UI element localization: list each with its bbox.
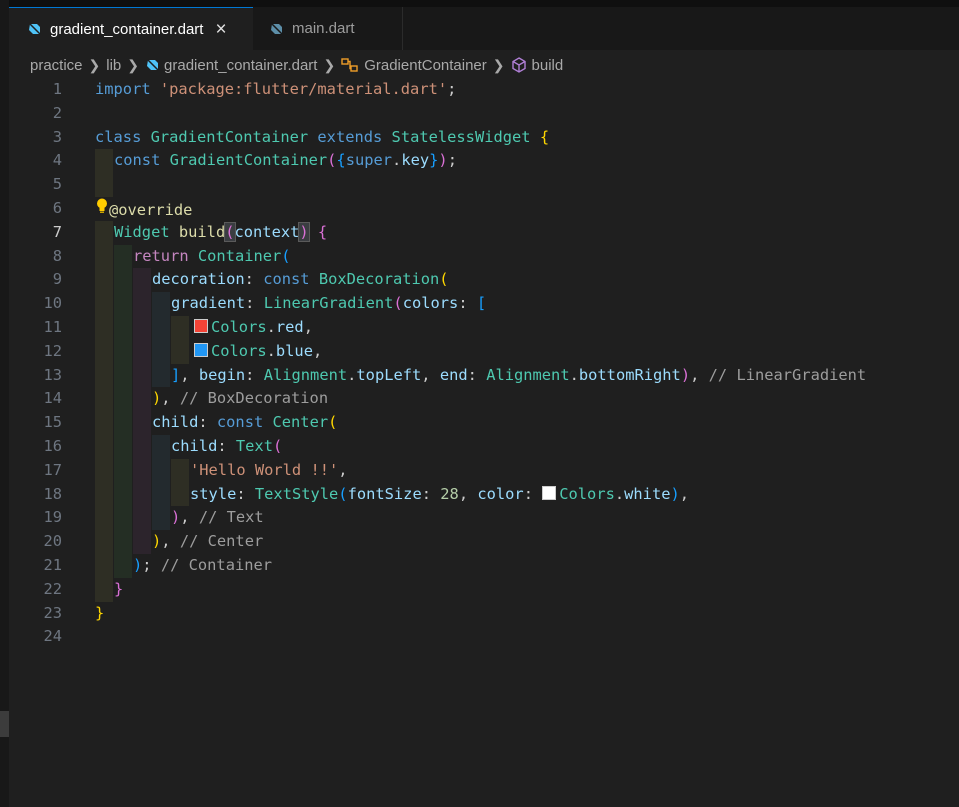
line-number: 14 <box>43 389 62 408</box>
class-symbol-icon <box>341 58 358 72</box>
dart-file-icon <box>271 22 283 35</box>
tab-label: gradient_container.dart <box>50 20 204 38</box>
line-number: 18 <box>43 484 62 503</box>
code-line: 2 <box>9 102 959 126</box>
breadcrumb-item[interactable]: lib <box>106 57 121 74</box>
code-line: 22} <box>9 577 959 602</box>
code-line: 6 @override <box>9 197 959 221</box>
code-line: 13], begin: Alignment.topLeft, end: Alig… <box>9 363 959 388</box>
line-number: 3 <box>52 127 62 146</box>
code-line: 14), // BoxDecoration <box>9 387 959 412</box>
code-line: 18 style: TextStyle(fontSize: 28, color: … <box>9 482 959 507</box>
color-swatch-blue[interactable] <box>194 342 208 357</box>
dart-file-icon <box>29 23 41 35</box>
line-number: 7 <box>52 222 62 241</box>
lightbulb-icon[interactable] <box>95 197 109 223</box>
dart-file-icon <box>147 59 159 71</box>
line-number: 15 <box>43 413 62 432</box>
chevron-right-icon: ❯ <box>323 56 336 73</box>
color-swatch-red[interactable] <box>194 318 208 333</box>
breadcrumb: practice ❯ lib ❯ gradient_container.dart… <box>30 54 563 76</box>
line-number: 10 <box>43 294 62 313</box>
line-number: 6 <box>52 198 62 217</box>
code-line: 16 child: Text( <box>9 434 959 459</box>
close-icon[interactable]: × <box>215 20 226 39</box>
line-number: 23 <box>43 603 62 622</box>
code-line: 1 import 'package:flutter/material.dart'; <box>9 78 959 102</box>
line-number: 4 <box>52 151 62 170</box>
chevron-right-icon: ❯ <box>127 56 140 73</box>
line-number: 1 <box>52 80 62 98</box>
breadcrumb-item[interactable]: gradient_container.dart <box>164 57 317 74</box>
code-line: 12 Colors.blue, <box>9 339 959 364</box>
method-symbol-icon <box>511 57 526 73</box>
code-line: 8 return Container( <box>9 244 959 269</box>
code-line: 11 Colors.red, <box>9 315 959 340</box>
code-line: 21); // Container <box>9 553 959 578</box>
code-line: 4 const GradientContainer({super.key}); <box>9 149 959 174</box>
color-swatch-white[interactable] <box>542 485 557 500</box>
line-number: 2 <box>52 103 62 122</box>
line-number: 8 <box>52 246 62 265</box>
code-line: 15 child: const Center( <box>9 411 959 435</box>
code-line: 23} <box>9 602 959 626</box>
code-line: 24 <box>9 625 959 649</box>
line-number: 22 <box>43 579 62 598</box>
activity-bar-edge <box>0 0 9 807</box>
code-line: 10 gradient: LinearGradient(colors: [ <box>9 292 959 316</box>
line-number: 24 <box>43 627 62 646</box>
code-line: 20), // Center <box>9 530 959 554</box>
code-line: 3 class GradientContainer extends Statele… <box>9 126 959 150</box>
line-number: 19 <box>43 508 62 527</box>
chevron-right-icon: ❯ <box>492 56 505 73</box>
line-number: 13 <box>43 365 62 384</box>
line-number: 20 <box>43 532 62 551</box>
line-number: 21 <box>43 555 62 574</box>
line-number: 16 <box>43 436 62 455</box>
line-number: 17 <box>43 460 62 479</box>
breadcrumb-item[interactable]: practice <box>30 57 83 74</box>
code-line: 9 decoration: const BoxDecoration( <box>9 268 959 293</box>
chevron-right-icon: ❯ <box>88 56 101 73</box>
breadcrumb-item[interactable]: build <box>532 57 564 74</box>
line-number: 11 <box>43 317 62 336</box>
breadcrumb-item[interactable]: GradientContainer <box>364 57 487 74</box>
tab-main[interactable]: main.dart <box>253 7 403 50</box>
code-line: 5 <box>9 173 959 197</box>
line-number: 12 <box>43 341 62 360</box>
line-number: 9 <box>52 270 62 289</box>
code-line: 19), // Text <box>9 506 959 531</box>
scroll-marker <box>0 711 9 737</box>
code-line-current: 7 Widget build(context) { <box>9 220 959 245</box>
line-number: 5 <box>52 175 62 194</box>
code-line: 17 'Hello World !!', <box>9 458 959 483</box>
tab-gradient-container[interactable]: gradient_container.dart × <box>9 7 253 50</box>
tab-label: main.dart <box>292 20 355 37</box>
code-editor[interactable]: 1 import 'package:flutter/material.dart';… <box>9 78 959 649</box>
